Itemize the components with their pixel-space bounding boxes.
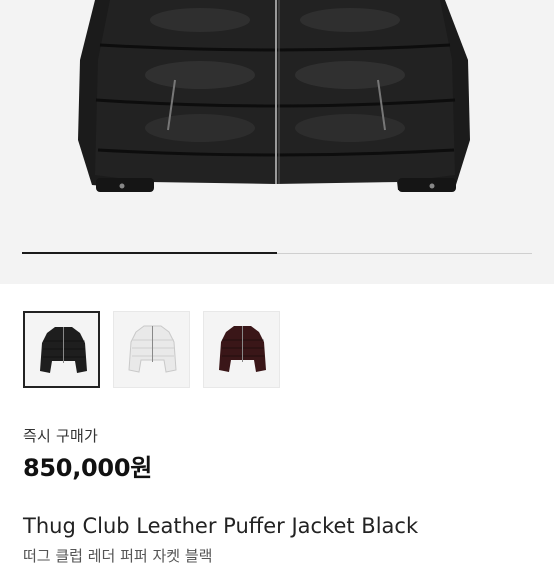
gallery-progress-bar (22, 252, 532, 254)
jacket-thumbnail-icon (128, 325, 177, 373)
product-subtitle: 떠그 클럽 레더 퍼퍼 자켓 블랙 (23, 547, 213, 565)
instant-purchase-label: 즉시 구매가 (23, 427, 98, 445)
gallery-progress-fill (22, 252, 277, 254)
jacket-main-image (78, 0, 470, 192)
price: 850,000원 (23, 454, 152, 482)
thumbnail-burgundy[interactable] (203, 311, 280, 388)
product-image-gallery[interactable] (0, 0, 554, 284)
thumbnail-white[interactable] (113, 311, 190, 388)
thumbnail-black[interactable] (23, 311, 100, 388)
product-title: Thug Club Leather Puffer Jacket Black (23, 514, 419, 538)
jacket-thumbnail-icon (219, 326, 266, 372)
jacket-thumbnail-icon (40, 327, 87, 373)
